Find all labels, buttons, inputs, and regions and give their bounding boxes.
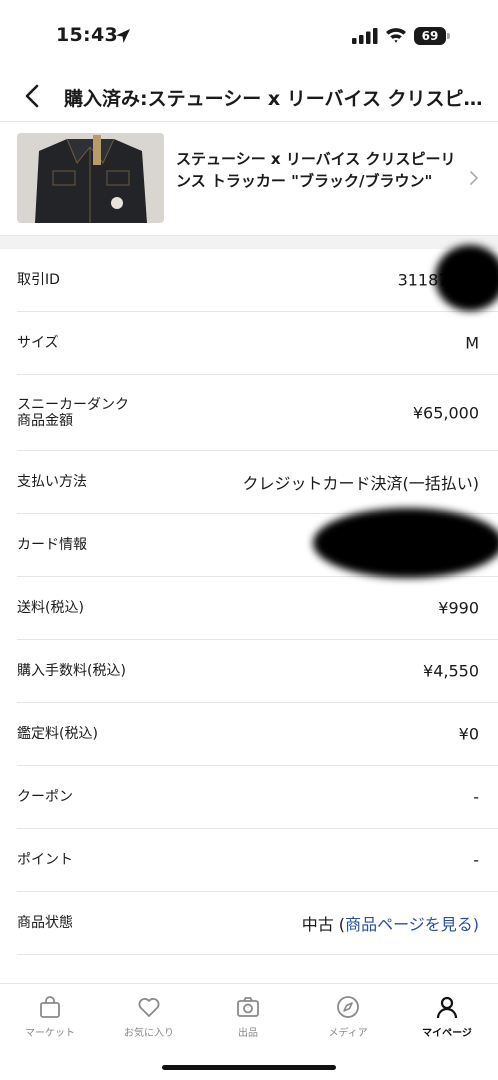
row-value: ¥990 bbox=[438, 598, 479, 618]
detail-row-purchase-fee: 購入手数料(税込) ¥4,550 bbox=[17, 640, 498, 703]
tab-label: マイページ bbox=[422, 1028, 472, 1039]
heart-icon bbox=[138, 998, 160, 1017]
row-value: 中古 (商品ページを見る) bbox=[302, 911, 479, 935]
product-image bbox=[17, 133, 164, 223]
detail-row-shipping: 送料(税込) ¥990 bbox=[17, 577, 498, 640]
back-chevron-icon[interactable] bbox=[20, 82, 44, 110]
tab-label: マーケット bbox=[25, 1028, 75, 1039]
row-label: スニーカーダンク 商品金額 bbox=[17, 396, 129, 429]
row-label: 送料(税込) bbox=[17, 600, 84, 616]
row-label: クーポン bbox=[17, 789, 73, 805]
redaction-mark bbox=[435, 245, 498, 311]
row-label: ポイント bbox=[17, 852, 73, 868]
detail-row-coupon: クーポン - bbox=[17, 766, 498, 829]
row-label: サイズ bbox=[17, 335, 59, 351]
tab-my-page[interactable]: マイページ bbox=[397, 994, 497, 1040]
battery-icon: 69 bbox=[414, 27, 450, 45]
detail-row-size: サイズ M bbox=[17, 312, 498, 375]
detail-row-points: ポイント - bbox=[17, 829, 498, 892]
product-page-link[interactable]: 商品ページを見る bbox=[345, 915, 473, 934]
condition-text: 中古 ( bbox=[301, 915, 346, 934]
tab-label: メディア bbox=[328, 1028, 368, 1039]
row-label: 商品状態 bbox=[17, 915, 73, 931]
bag-icon bbox=[40, 996, 60, 1018]
camera-icon bbox=[237, 997, 259, 1017]
detail-row-item-price: スニーカーダンク 商品金額 ¥65,000 bbox=[17, 375, 498, 451]
product-card[interactable]: ステューシー x リーバイス クリスピーリンス トラッカー "ブラック/ブラウン… bbox=[0, 123, 498, 235]
cellular-signal-icon bbox=[352, 28, 378, 44]
tab-sell[interactable]: 出品 bbox=[198, 994, 298, 1040]
row-value: - bbox=[473, 787, 479, 807]
row-label: カード情報 bbox=[17, 537, 87, 553]
detail-row-condition: 商品状態 中古 (商品ページを見る) bbox=[17, 892, 498, 955]
row-value: - bbox=[473, 850, 479, 870]
row-value: ¥0 bbox=[458, 724, 479, 744]
product-name: ステューシー x リーバイス クリスピーリンス トラッカー "ブラック/ブラウン… bbox=[176, 150, 456, 190]
detail-row-authentication-fee: 鑑定料(税込) ¥0 bbox=[17, 703, 498, 766]
detail-row-transaction-id: 取引ID 31187544 bbox=[17, 245, 498, 312]
compass-icon bbox=[337, 996, 359, 1018]
row-label: 支払い方法 bbox=[17, 474, 87, 490]
tab-label: お気に入り bbox=[124, 1028, 174, 1039]
tab-label: 出品 bbox=[238, 1028, 258, 1039]
row-label: 購入手数料(税込) bbox=[17, 663, 126, 679]
detail-row-payment-method: 支払い方法 クレジットカード決済(一括払い) bbox=[17, 451, 498, 514]
tab-media[interactable]: メディア bbox=[298, 994, 398, 1040]
home-indicator bbox=[162, 1065, 336, 1070]
row-value: ¥4,550 bbox=[423, 661, 479, 681]
row-value: M bbox=[465, 333, 479, 353]
chevron-right-icon bbox=[470, 171, 478, 185]
transaction-details: 取引ID 31187544 サイズ M スニーカーダンク 商品金額 ¥65,00… bbox=[0, 245, 498, 955]
detail-row-card-info: カード情報 97 bbox=[17, 508, 498, 578]
tab-favorites[interactable]: お気に入り bbox=[99, 994, 199, 1040]
redaction-mark bbox=[313, 508, 498, 578]
status-bar: 15:43 69 bbox=[0, 0, 498, 72]
nav-header: 購入済み:ステューシー x リーバイス クリスピ… bbox=[0, 72, 498, 122]
section-divider bbox=[0, 235, 498, 249]
row-label: 取引ID bbox=[17, 272, 60, 288]
row-label: 鑑定料(税込) bbox=[17, 726, 98, 742]
person-icon bbox=[436, 996, 458, 1019]
status-time: 15:43 bbox=[56, 24, 118, 46]
tab-market[interactable]: マーケット bbox=[0, 994, 100, 1040]
location-arrow-icon bbox=[116, 29, 130, 43]
row-value: クレジットカード決済(一括払い) bbox=[242, 474, 480, 493]
battery-level: 69 bbox=[414, 27, 446, 45]
link-close-paren: ) bbox=[472, 915, 479, 934]
wifi-icon bbox=[386, 28, 406, 43]
row-value: ¥65,000 bbox=[412, 403, 479, 422]
page-title: 購入済み:ステューシー x リーバイス クリスピ… bbox=[64, 88, 483, 110]
